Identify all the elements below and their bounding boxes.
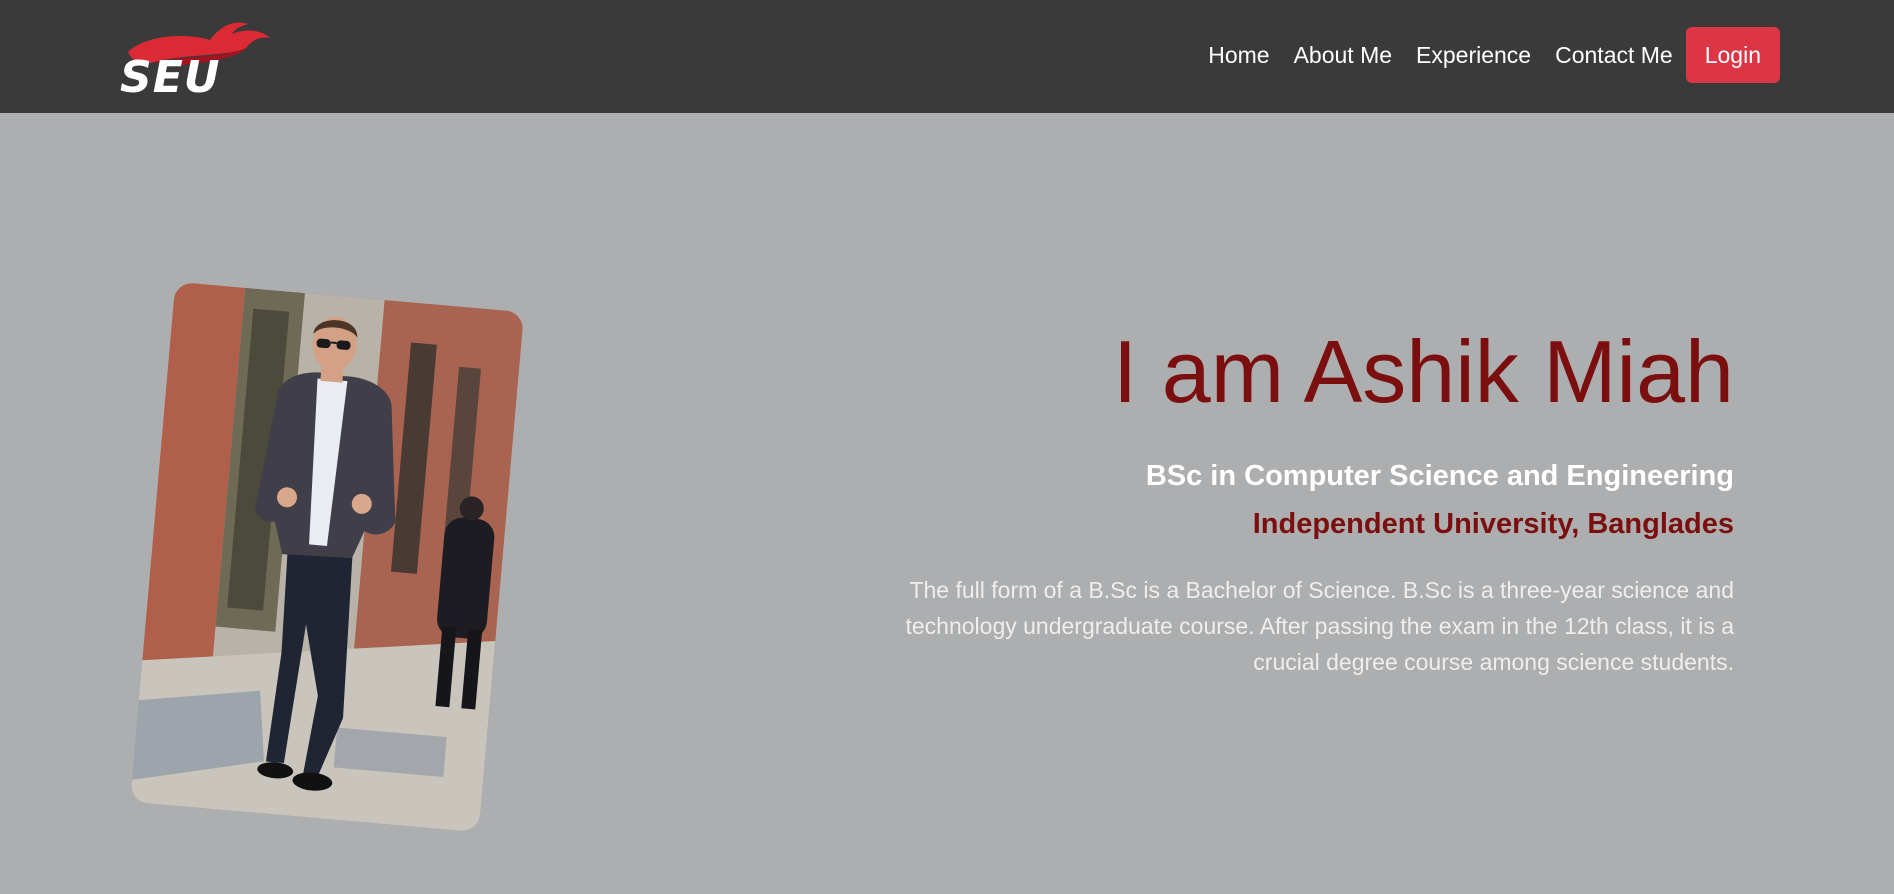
nav-contact-link[interactable]: Contact Me [1543,27,1685,83]
hero-university: Independent University, Banglades [1252,508,1734,540]
nav-about-link[interactable]: About Me [1282,27,1404,83]
nav-experience-link[interactable]: Experience [1404,27,1543,83]
profile-photo [129,281,525,833]
profile-photo-image [129,281,525,833]
svg-text:SEU: SEU [120,52,220,96]
nav-home-link[interactable]: Home [1196,27,1281,83]
login-button[interactable]: Login [1685,27,1780,83]
nav-links: Home About Me Experience Contact Me Logi… [1196,27,1780,83]
seu-logo-icon: SEU [120,22,270,96]
seu-logo[interactable]: SEU [114,18,270,96]
hero-title: I am Ashik Miah [1112,322,1734,421]
hero-description: The full form of a B.Sc is a Bachelor of… [905,577,1735,675]
hero-degree: BSc in Computer Science and Engineering [1145,460,1734,492]
navbar: SEU Home About Me Experience Contact Me … [0,0,1894,113]
hero-text-block: I am Ashik Miah BSc in Computer Science … [834,318,1735,680]
